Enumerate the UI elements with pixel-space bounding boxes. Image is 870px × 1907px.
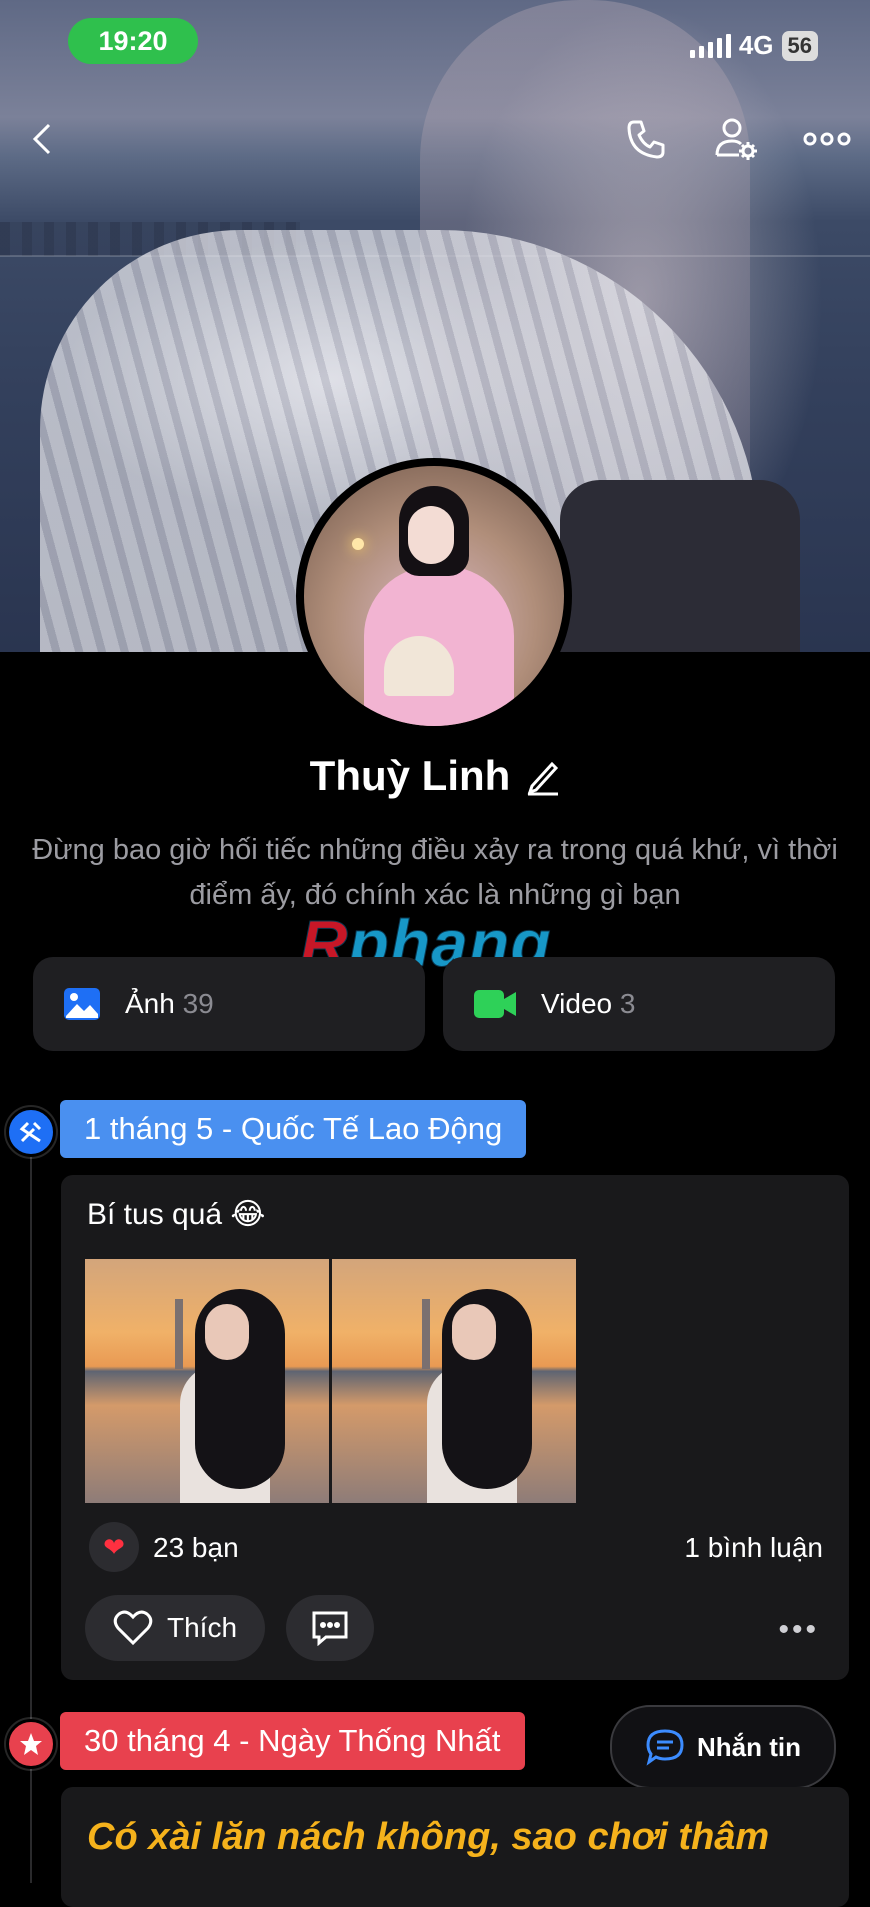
post-more-button[interactable]: ••• [778, 1613, 819, 1647]
like-button[interactable]: Thích [85, 1595, 265, 1661]
photos-label: Ảnh 39 [125, 988, 214, 1019]
comment-icon [312, 1611, 348, 1646]
post-photo[interactable] [332, 1259, 576, 1503]
comment-count[interactable]: 1 bình luận [684, 1532, 823, 1564]
heart-reaction-icon[interactable]: ❤ [89, 1522, 139, 1572]
profile-settings-button[interactable] [712, 115, 760, 163]
status-time: 19:20 [68, 18, 198, 64]
edit-pencil-icon[interactable] [524, 756, 560, 796]
phone-icon [627, 120, 665, 159]
photos-button[interactable]: Ảnh 39 [33, 957, 425, 1051]
post-card: Có xài lăn nách không, sao chơi thâm [61, 1787, 849, 1907]
signal-icon [689, 33, 731, 58]
star-icon [6, 1719, 56, 1769]
network-type: 4G [738, 30, 774, 60]
cover-jeans [560, 480, 800, 652]
message-button[interactable]: Nhắn tin [610, 1705, 836, 1789]
post-card: Bí tus quá 😂 ❤ 23 bạn 1 bình luận Thích … [61, 1175, 849, 1680]
avatar[interactable] [296, 458, 572, 734]
timeline-line [30, 1150, 32, 1883]
comment-button[interactable] [286, 1595, 374, 1661]
post-text: Bí tus quá 😂 [87, 1198, 266, 1231]
post-photo[interactable] [85, 1259, 329, 1503]
chevron-left-icon [32, 123, 51, 155]
profile-name-row: Thuỳ Linh [0, 752, 870, 800]
more-options-button[interactable] [800, 115, 854, 163]
tools-icon [6, 1107, 56, 1157]
avatar-photo [304, 466, 564, 726]
like-button-label: Thích [166, 1612, 238, 1643]
post-date-tag[interactable]: 1 tháng 5 - Quốc Tế Lao Động [60, 1100, 527, 1158]
status-indicators: 4G 56 [689, 30, 818, 61]
profile-name: Thuỳ Linh [309, 752, 511, 799]
battery-level: 56 [781, 30, 818, 61]
videos-button[interactable]: Video 3 [443, 957, 835, 1051]
message-button-label: Nhắn tin [697, 1731, 801, 1762]
chat-bubble-icon [646, 1729, 684, 1766]
user-gear-icon [715, 118, 757, 160]
video-camera-icon [474, 990, 516, 1018]
back-button[interactable] [18, 115, 66, 163]
like-count[interactable]: 23 bạn [153, 1532, 239, 1564]
post-date-tag[interactable]: 30 tháng 4 - Ngày Thống Nhất [60, 1712, 525, 1770]
image-icon [64, 988, 100, 1020]
more-horizontal-icon [803, 132, 851, 146]
post-text: Có xài lăn nách không, sao chơi thâm [87, 1816, 770, 1858]
videos-label: Video 3 [541, 988, 636, 1019]
heart-outline-icon [113, 1610, 153, 1646]
call-button[interactable] [622, 115, 670, 163]
